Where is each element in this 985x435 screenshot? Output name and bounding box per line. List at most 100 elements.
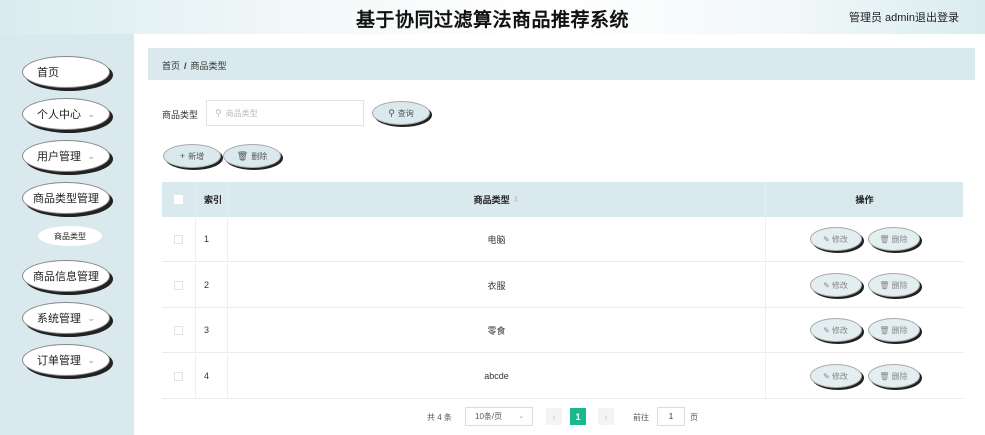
sidebar-item-label: 订单管理 — [37, 355, 81, 367]
sidebar-item-product-type-management[interactable]: 商品类型管理 — [22, 182, 110, 214]
sidebar-subitem-label: 商品类型 — [54, 231, 86, 241]
app-title: 基于协同过滤算法商品推荐系统 — [355, 10, 629, 31]
goto-label: 前往 — [633, 413, 649, 422]
add-button[interactable]: + 新增 — [163, 144, 221, 168]
delete-button-label: 删除 — [891, 234, 908, 244]
table-row: 3 零食 ✎ 修改 🗑 删除 — [162, 308, 963, 353]
delete-button[interactable]: 🗑 删除 — [867, 318, 920, 342]
search-icon: ⚲ — [215, 107, 222, 118]
row-checkbox[interactable] — [174, 280, 183, 290]
pagination: 共 4 条 10条/页 ⌄ ‹ 1 › 前往 1 页 — [0, 407, 985, 427]
query-button[interactable]: ⚲ 查询 — [372, 101, 430, 125]
edit-button-label: 修改 — [831, 280, 848, 290]
row-checkbox[interactable] — [174, 234, 183, 244]
edit-icon: ✎ — [823, 371, 830, 381]
delete-button[interactable]: 🗑 删除 — [867, 364, 920, 388]
edit-button[interactable]: ✎ 修改 — [809, 273, 862, 297]
table-header: 索引 商品类型 ⇕ 操作 — [162, 182, 963, 217]
trash-icon: 🗑 — [236, 150, 249, 161]
search-input[interactable]: ⚲ 商品类型 — [206, 100, 364, 126]
pagination-total: 共 4 条 — [427, 413, 452, 422]
add-button-label: 新增 — [188, 151, 205, 161]
sidebar-item-system-management[interactable]: 系统管理 ⌄ — [22, 302, 110, 334]
bulk-delete-button-label: 删除 — [251, 151, 268, 161]
logout-link[interactable]: 退出登录 — [915, 9, 959, 25]
chevron-down-icon: ⌄ — [87, 109, 95, 119]
sidebar-item-order-management[interactable]: 订单管理 ⌄ — [22, 344, 110, 376]
page-size-value: 10条/页 — [475, 412, 503, 421]
row-index: 2 — [195, 263, 228, 307]
breadcrumb-home[interactable]: 首页 — [162, 61, 180, 71]
delete-button[interactable]: 🗑 删除 — [867, 227, 920, 251]
sidebar-item-label: 用户管理 — [37, 151, 81, 163]
row-index: 4 — [195, 354, 228, 398]
row-checkbox[interactable] — [174, 325, 183, 335]
edit-icon: ✎ — [823, 325, 830, 335]
edit-icon: ✎ — [823, 280, 830, 290]
trash-icon: 🗑 — [879, 234, 890, 244]
column-header-type-label: 商品类型 — [473, 195, 510, 205]
delete-button-label: 删除 — [891, 371, 908, 381]
sidebar-item-personal-center[interactable]: 个人中心 ⌄ — [22, 98, 110, 130]
table-row: 4 abcde ✎ 修改 🗑 删除 — [162, 354, 963, 399]
sidebar-item-label: 首页 — [37, 67, 59, 79]
prev-page-button[interactable]: ‹ — [546, 408, 562, 425]
edit-button[interactable]: ✎ 修改 — [809, 318, 862, 342]
edit-button[interactable]: ✎ 修改 — [809, 364, 862, 388]
current-user: 管理员 admin — [848, 12, 915, 24]
query-button-label: 查询 — [397, 108, 414, 118]
plus-icon: + — [179, 151, 186, 161]
sidebar-item-label: 商品类型管理 — [33, 193, 99, 205]
row-type: 零食 — [228, 308, 766, 352]
page-number-current[interactable]: 1 — [570, 408, 586, 425]
edit-button-label: 修改 — [831, 371, 848, 381]
goto-unit: 页 — [690, 413, 698, 422]
search-placeholder: 商品类型 — [225, 108, 258, 118]
row-type: 电脑 — [228, 217, 766, 261]
edit-button-label: 修改 — [831, 234, 848, 244]
search-label: 商品类型 — [162, 110, 199, 120]
sidebar-subitem-product-type[interactable]: 商品类型 — [38, 226, 102, 246]
row-type: abcde — [228, 354, 766, 398]
select-all-checkbox[interactable] — [174, 195, 183, 204]
sidebar-item-label: 系统管理 — [37, 313, 81, 325]
next-page-button[interactable]: › — [598, 408, 614, 425]
row-type: 衣服 — [228, 263, 766, 307]
column-header-index: 索引 — [195, 182, 228, 217]
sidebar-item-user-management[interactable]: 用户管理 ⌄ — [22, 140, 110, 172]
edit-button[interactable]: ✎ 修改 — [809, 227, 862, 251]
chevron-down-icon: ⌄ — [87, 151, 95, 161]
chevron-right-icon: › — [604, 411, 608, 422]
trash-icon: 🗑 — [879, 280, 890, 290]
sidebar-item-label: 个人中心 — [37, 109, 81, 121]
top-header: 基于协同过滤算法商品推荐系统 管理员 admin 退出登录 — [0, 0, 985, 34]
edit-button-label: 修改 — [831, 325, 848, 335]
edit-icon: ✎ — [823, 234, 830, 244]
row-index: 1 — [195, 217, 228, 261]
sort-icon[interactable]: ⇕ — [513, 195, 520, 204]
column-header-ops: 操作 — [855, 195, 874, 205]
chevron-down-icon: ⌄ — [518, 413, 524, 420]
delete-button-label: 删除 — [891, 280, 908, 290]
chevron-left-icon: ‹ — [552, 411, 556, 422]
breadcrumb-separator: / — [184, 61, 187, 71]
breadcrumb-current: 商品类型 — [190, 61, 227, 71]
trash-icon: 🗑 — [879, 325, 890, 335]
sidebar-item-home[interactable]: 首页 — [22, 56, 110, 88]
sidebar: 首页 个人中心 ⌄ 用户管理 ⌄ 商品类型管理 商品类型 商品信息管理 系统管理… — [0, 34, 134, 435]
delete-button[interactable]: 🗑 删除 — [867, 273, 920, 297]
sidebar-item-product-info-management[interactable]: 商品信息管理 — [22, 260, 110, 292]
column-header-type[interactable]: 商品类型 ⇕ — [228, 182, 766, 217]
table-row: 1 电脑 ✎ 修改 🗑 删除 — [162, 217, 963, 262]
breadcrumb: 首页 / 商品类型 — [148, 48, 975, 80]
chevron-down-icon: ⌄ — [87, 313, 95, 323]
delete-button-label: 删除 — [891, 325, 908, 335]
row-checkbox[interactable] — [174, 371, 183, 381]
goto-page-input[interactable]: 1 — [657, 407, 685, 426]
row-index: 3 — [195, 308, 228, 352]
search-icon: ⚲ — [388, 107, 395, 118]
page-size-select[interactable]: 10条/页 ⌄ — [465, 407, 533, 426]
table-row: 2 衣服 ✎ 修改 🗑 删除 — [162, 263, 963, 308]
chevron-down-icon: ⌄ — [87, 355, 95, 365]
bulk-delete-button[interactable]: 🗑 删除 — [223, 144, 281, 168]
